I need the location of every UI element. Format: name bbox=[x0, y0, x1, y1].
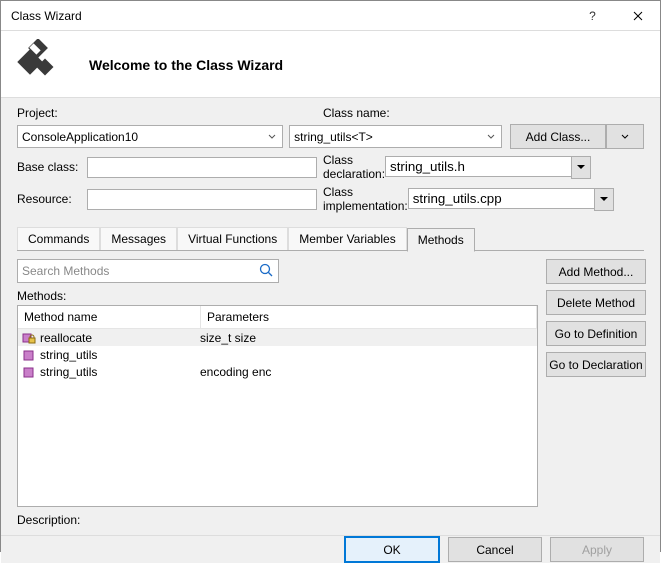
project-label: Project: bbox=[17, 106, 87, 120]
goto-declaration-button[interactable]: Go to Declaration bbox=[546, 352, 646, 377]
delete-method-button[interactable]: Delete Method bbox=[546, 290, 646, 315]
class-name-label: Class name: bbox=[323, 106, 433, 120]
method-icon bbox=[22, 365, 36, 379]
methods-grid[interactable]: Method name Parameters reallocate size_t… bbox=[17, 305, 538, 507]
resource-label: Resource: bbox=[17, 192, 87, 206]
ok-button[interactable]: OK bbox=[344, 536, 440, 563]
cancel-button[interactable]: Cancel bbox=[448, 537, 542, 562]
class-implementation-label: Class implementation: bbox=[323, 185, 408, 213]
method-params-cell: size_t size bbox=[198, 331, 537, 345]
chevron-down-icon bbox=[264, 126, 280, 147]
class-declaration-dropdown-button[interactable] bbox=[571, 156, 591, 179]
class-implementation-dropdown-button[interactable] bbox=[594, 188, 614, 211]
class-implementation-field[interactable] bbox=[408, 188, 594, 209]
method-name-cell: string_utils bbox=[40, 365, 97, 379]
add-class-button[interactable]: Add Class... bbox=[510, 124, 606, 149]
tab-strip: Commands Messages Virtual Functions Memb… bbox=[17, 227, 644, 251]
grid-row[interactable]: reallocate size_t size bbox=[18, 329, 537, 346]
column-header-method-name[interactable]: Method name bbox=[18, 306, 201, 328]
search-placeholder: Search Methods bbox=[22, 264, 109, 278]
tab-member-variables[interactable]: Member Variables bbox=[288, 227, 406, 251]
add-method-button[interactable]: Add Method... bbox=[546, 259, 646, 284]
method-name-cell: string_utils bbox=[40, 348, 97, 362]
search-icon bbox=[258, 262, 274, 278]
base-class-field[interactable] bbox=[87, 157, 317, 178]
class-declaration-label: Class declaration: bbox=[323, 153, 385, 181]
triangle-down-icon bbox=[600, 197, 608, 201]
triangle-down-icon bbox=[577, 165, 585, 169]
tab-commands[interactable]: Commands bbox=[17, 227, 100, 251]
grid-header: Method name Parameters bbox=[18, 306, 537, 329]
tab-messages[interactable]: Messages bbox=[100, 227, 177, 251]
methods-button-panel: Add Method... Delete Method Go to Defini… bbox=[546, 259, 644, 527]
goto-definition-button[interactable]: Go to Definition bbox=[546, 321, 646, 346]
method-lock-icon bbox=[22, 331, 36, 345]
titlebar: Class Wizard ? bbox=[1, 1, 660, 31]
grid-row[interactable]: string_utils bbox=[18, 346, 537, 363]
help-button[interactable]: ? bbox=[570, 1, 615, 30]
base-class-label: Base class: bbox=[17, 160, 87, 174]
class-name-combo-value: string_utils<T> bbox=[294, 130, 373, 144]
class-name-combo[interactable]: string_utils<T> bbox=[289, 125, 502, 148]
add-class-dropdown-button[interactable] bbox=[606, 124, 644, 149]
resource-field[interactable] bbox=[87, 189, 317, 210]
dialog-footer: OK Cancel Apply bbox=[1, 535, 660, 563]
search-methods-input[interactable]: Search Methods bbox=[17, 259, 279, 283]
column-header-parameters[interactable]: Parameters bbox=[201, 306, 537, 328]
apply-button[interactable]: Apply bbox=[550, 537, 644, 562]
dialog-body: Project: Class name: ConsoleApplication1… bbox=[1, 97, 660, 535]
method-icon bbox=[22, 348, 36, 362]
close-button[interactable] bbox=[615, 1, 660, 30]
description-label: Description: bbox=[17, 513, 538, 527]
wizard-logo-icon bbox=[17, 39, 61, 83]
tab-methods[interactable]: Methods bbox=[407, 228, 475, 252]
method-params-cell: encoding enc bbox=[198, 365, 537, 379]
chevron-down-icon bbox=[621, 133, 629, 141]
close-icon bbox=[633, 11, 643, 21]
grid-row[interactable]: string_utils encoding enc bbox=[18, 363, 537, 380]
class-declaration-field[interactable] bbox=[385, 156, 571, 177]
tab-virtual-functions[interactable]: Virtual Functions bbox=[177, 227, 288, 251]
header: Welcome to the Class Wizard bbox=[1, 31, 660, 97]
window-title: Class Wizard bbox=[11, 9, 570, 23]
project-combo-value: ConsoleApplication10 bbox=[22, 130, 138, 144]
add-class-split-button[interactable]: Add Class... bbox=[510, 124, 644, 149]
methods-label: Methods: bbox=[17, 289, 538, 303]
welcome-heading: Welcome to the Class Wizard bbox=[89, 49, 283, 73]
project-combo[interactable]: ConsoleApplication10 bbox=[17, 125, 283, 148]
chevron-down-icon bbox=[483, 126, 499, 147]
tab-content-methods: Search Methods Methods: Method name Para… bbox=[17, 251, 644, 527]
method-name-cell: reallocate bbox=[40, 331, 92, 345]
class-wizard-dialog: Class Wizard ? Welcome to the Class Wiza… bbox=[0, 0, 661, 552]
